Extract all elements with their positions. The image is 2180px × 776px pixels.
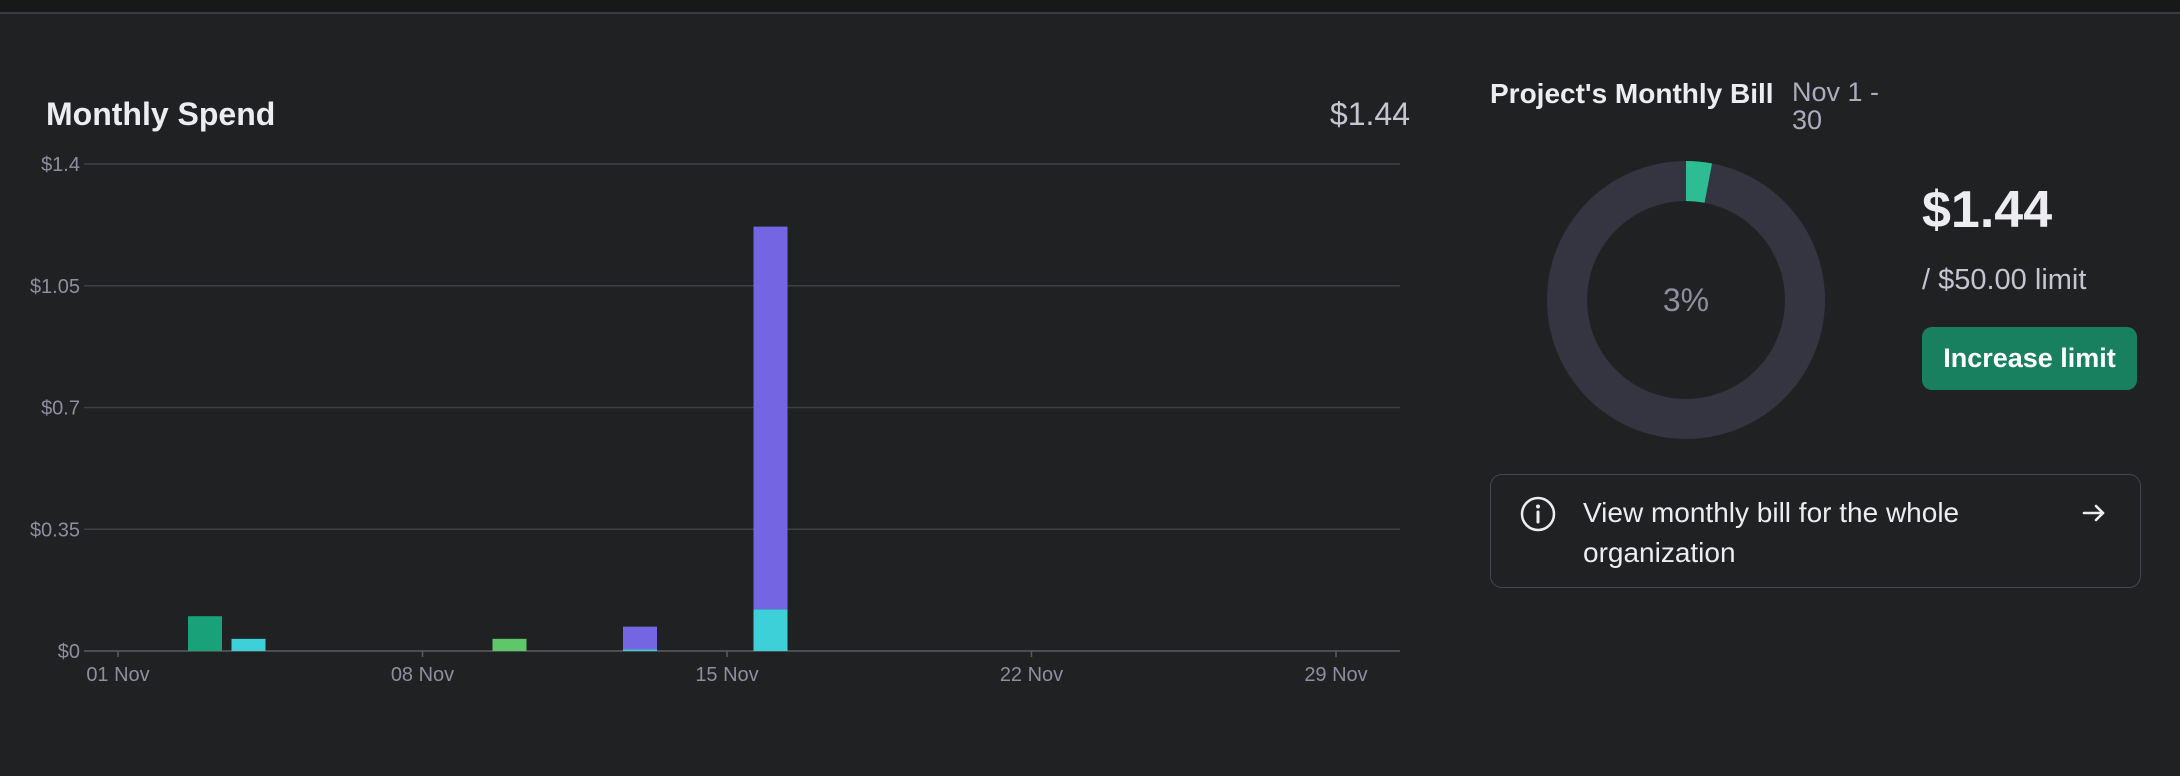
monthly-spend-chart: $0 $0.35 $0.7 $1.05 $1.4 01 Nov 08 Nov 15 Nov 22…	[30, 154, 1400, 686]
usage-percent: 3%	[1662, 281, 1710, 318]
arrow-right-icon	[2082, 504, 2105, 522]
top-divider	[0, 0, 2180, 14]
spend-bar-segment[interactable]	[188, 616, 222, 651]
x-tick-label: 15 Nov	[695, 664, 758, 686]
bill-amount: $1.44	[1922, 181, 2053, 239]
spend-bar-segment[interactable]	[231, 638, 266, 651]
x-tick-label: 29 Nov	[1304, 664, 1367, 686]
y-tick-label: $0.35	[30, 519, 80, 541]
monthly-spend-title: Monthly Spend	[46, 96, 276, 132]
y-tick-label: $1.05	[30, 276, 80, 298]
increase-limit-button[interactable]: Increase limit	[1922, 327, 2137, 390]
x-tick-label: 08 Nov	[391, 664, 454, 686]
monthly-spend-total: $1.44	[1329, 96, 1410, 132]
y-tick-label: $1.4	[41, 154, 80, 176]
spend-bar-segment[interactable]	[492, 638, 527, 651]
info-circle-icon	[1520, 496, 1556, 532]
x-tick-label: 22 Nov	[1000, 664, 1063, 686]
bill-limit: / $50.00 limit	[1922, 264, 2087, 296]
y-tick-label: $0	[58, 641, 80, 663]
spend-bar-segment[interactable]	[753, 609, 788, 651]
bill-period: Nov 1 - 30	[1792, 77, 1880, 135]
view-organization-bill-link[interactable]: View monthly bill for the whole organiza…	[1490, 474, 2141, 588]
spend-bar-segment[interactable]	[623, 649, 657, 651]
spend-bar-segment[interactable]	[623, 626, 657, 650]
org-bill-text: View monthly bill for the whole organiza…	[1583, 497, 1960, 568]
project-bill-title: Project's Monthly Bill	[1490, 78, 1774, 109]
spend-bar-segment[interactable]	[753, 226, 788, 610]
y-tick-label: $0.7	[41, 398, 80, 420]
x-tick-label: 01 Nov	[86, 664, 149, 686]
